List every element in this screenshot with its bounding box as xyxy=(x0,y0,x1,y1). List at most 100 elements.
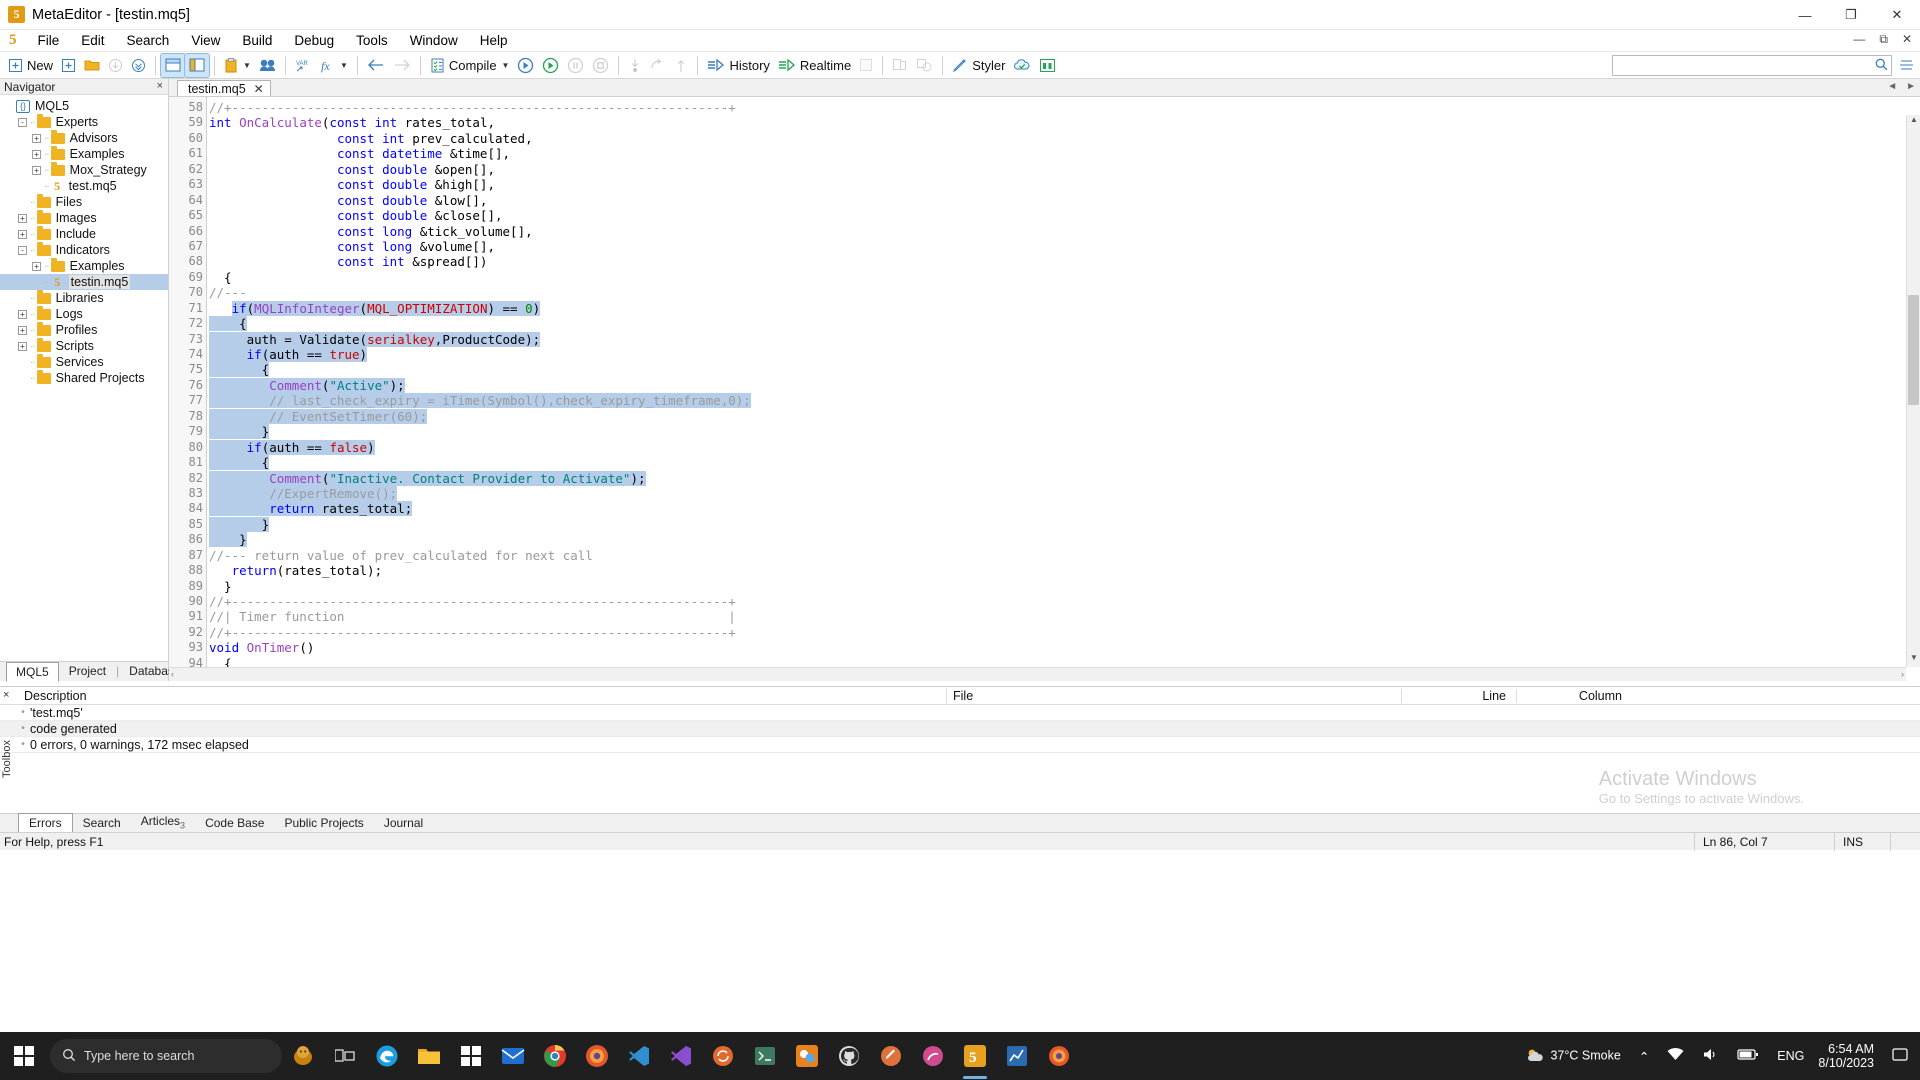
column-description[interactable]: Description xyxy=(16,689,946,703)
menu-view[interactable]: View xyxy=(180,31,231,50)
menu-build[interactable]: Build xyxy=(231,31,283,50)
outlook-icon[interactable] xyxy=(492,1032,534,1080)
doc-restore-icon[interactable]: ⧉ xyxy=(1875,32,1892,47)
code-line[interactable]: // last_check_expiry = iTime(Symbol(),ch… xyxy=(209,393,1920,408)
doc-minimize-icon[interactable]: — xyxy=(1849,32,1869,47)
volume-icon[interactable] xyxy=(1698,1047,1723,1065)
minimize-icon[interactable]: — xyxy=(1782,0,1828,30)
column-file[interactable]: File xyxy=(946,689,1401,703)
expand-icon[interactable]: + xyxy=(32,166,41,175)
expand-icon[interactable]: + xyxy=(18,310,27,319)
profiler-button[interactable] xyxy=(888,54,912,77)
battery-icon[interactable] xyxy=(1733,1048,1763,1064)
code-line[interactable]: //+-------------------------------------… xyxy=(209,625,1920,640)
tab-search[interactable]: Search xyxy=(73,814,131,832)
code-line[interactable]: } xyxy=(209,517,1920,532)
toggle-navigator-button[interactable] xyxy=(161,54,185,77)
menu-edit[interactable]: Edit xyxy=(70,31,115,50)
expand-icon[interactable]: + xyxy=(32,262,41,271)
step-over-button[interactable] xyxy=(646,54,670,77)
scroll-up-icon[interactable]: ▲ xyxy=(1907,115,1920,129)
scroll-down-icon[interactable]: ▼ xyxy=(1907,653,1920,667)
code-line[interactable]: //+-------------------------------------… xyxy=(209,100,1920,115)
step-out-button[interactable] xyxy=(670,54,692,77)
tree-item[interactable]: +··Examples xyxy=(0,258,168,274)
taskbar-clock[interactable]: 6:54 AM 8/10/2023 xyxy=(1818,1042,1878,1070)
notes-app-icon[interactable] xyxy=(870,1032,912,1080)
mql5-community-button[interactable] xyxy=(255,54,280,77)
metaeditor-taskbar-icon[interactable]: 5 xyxy=(954,1032,996,1080)
toolbox-row[interactable]: •code generated xyxy=(0,721,1920,737)
start-button[interactable] xyxy=(538,54,563,77)
paint-app-icon[interactable] xyxy=(912,1032,954,1080)
code-line[interactable]: } xyxy=(209,532,1920,547)
code-line[interactable]: const double &close[], xyxy=(209,208,1920,223)
navigate-back-button[interactable] xyxy=(363,54,389,77)
file-explorer-icon[interactable] xyxy=(408,1032,450,1080)
metatrader-icon[interactable] xyxy=(786,1032,828,1080)
toolbox-row[interactable]: •0 errors, 0 warnings, 172 msec elapsed xyxy=(0,737,1920,753)
paste-button[interactable]: ▼ xyxy=(220,54,255,77)
charts-app-icon[interactable] xyxy=(996,1032,1038,1080)
vertical-scroll-thumb[interactable] xyxy=(1908,295,1919,405)
open-file-button[interactable] xyxy=(80,54,104,77)
compile-button[interactable]: Compile ▼ xyxy=(426,54,514,77)
navigate-forward-button[interactable] xyxy=(389,54,415,77)
cortana-icon[interactable] xyxy=(282,1032,324,1080)
stop-button[interactable] xyxy=(588,54,613,77)
navigator-close-icon[interactable]: × xyxy=(157,80,163,92)
expand-icon[interactable]: + xyxy=(18,342,27,351)
tab-journal[interactable]: Journal xyxy=(374,814,433,832)
debug-button[interactable] xyxy=(513,54,538,77)
language-indicator[interactable]: ENG xyxy=(1773,1049,1808,1063)
tree-item[interactable]: ··5test.mq5 xyxy=(0,178,168,194)
code-line[interactable]: if(auth == false) xyxy=(209,440,1920,455)
code-line[interactable]: const int prev_calculated, xyxy=(209,131,1920,146)
history-button[interactable]: History xyxy=(703,54,773,77)
tab-articles[interactable]: Articles3 xyxy=(131,812,195,832)
chrome-icon[interactable] xyxy=(534,1032,576,1080)
tree-item[interactable]: +··Include xyxy=(0,226,168,242)
tab-public-projects[interactable]: Public Projects xyxy=(274,814,373,832)
expand-icon[interactable]: + xyxy=(18,214,27,223)
code-line[interactable]: //| Timer function | xyxy=(209,609,1920,624)
firefox-icon[interactable] xyxy=(576,1032,618,1080)
tab-errors[interactable]: Errors xyxy=(18,813,73,833)
tree-item[interactable]: -··Experts xyxy=(0,114,168,130)
menu-help[interactable]: Help xyxy=(469,31,519,50)
code-editor[interactable]: 5859606162636465666768697071727374757677… xyxy=(169,97,1920,681)
code-line[interactable]: const long &volume[], xyxy=(209,239,1920,254)
tree-item[interactable]: +··Logs xyxy=(0,306,168,322)
code-line[interactable]: } xyxy=(209,579,1920,594)
scroll-right-icon[interactable]: › xyxy=(1901,669,1904,679)
styler-button[interactable]: Styler xyxy=(948,54,1009,77)
code-line[interactable]: void OnTimer() xyxy=(209,640,1920,655)
paste-dropdown-icon[interactable]: ▼ xyxy=(243,61,251,70)
insert-variable-button[interactable]: VAR xyxy=(291,54,317,77)
code-line[interactable]: // EventSetTimer(60); xyxy=(209,409,1920,424)
tree-item[interactable]: +··Images xyxy=(0,210,168,226)
tree-item[interactable]: ··Shared Projects xyxy=(0,370,168,386)
menu-file[interactable]: File xyxy=(27,31,71,50)
expand-icon[interactable]: + xyxy=(18,230,27,239)
tree-item[interactable]: {}MQL5 xyxy=(0,98,168,114)
editor-horizontal-scrollbar[interactable]: ‹ › xyxy=(169,667,1906,681)
compile-dropdown-icon[interactable]: ▼ xyxy=(502,61,510,70)
tray-expand-icon[interactable]: ⌃ xyxy=(1635,1049,1653,1064)
code-line[interactable]: } xyxy=(209,424,1920,439)
notifications-icon[interactable] xyxy=(1888,1048,1912,1065)
save-button[interactable] xyxy=(104,54,127,77)
tab-scroll-right-icon[interactable]: ► xyxy=(1906,81,1916,92)
code-line[interactable]: const datetime &time[], xyxy=(209,146,1920,161)
code-line[interactable]: //ExpertRemove(); xyxy=(209,486,1920,501)
pause-button[interactable] xyxy=(563,54,588,77)
tree-item[interactable]: +··Scripts xyxy=(0,338,168,354)
code-line[interactable]: //--- return value of prev_calculated fo… xyxy=(209,548,1920,563)
editor-tab-testin[interactable]: testin.mq5 ✕ xyxy=(177,80,271,96)
cloud-button[interactable] xyxy=(1009,54,1035,77)
metaquotes-id-button[interactable] xyxy=(1035,54,1060,77)
task-view-icon[interactable] xyxy=(324,1032,366,1080)
menu-search[interactable]: Search xyxy=(116,31,181,50)
code-line[interactable]: const double &high[], xyxy=(209,177,1920,192)
menu-window[interactable]: Window xyxy=(399,31,469,50)
